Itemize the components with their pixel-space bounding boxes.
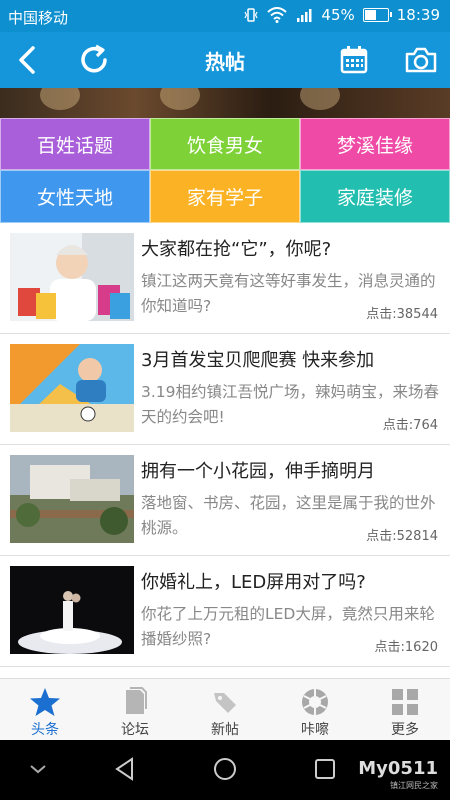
category-tile[interactable]: 梦溪佳缘: [300, 118, 450, 170]
watermark: My0511 镇江网民之家: [358, 758, 438, 790]
camera-icon[interactable]: [403, 42, 439, 78]
status-bar: 中国移动 45% 18:39: [0, 0, 450, 32]
system-nav-bar: My0511 镇江网民之家: [0, 740, 450, 800]
nav-home-icon[interactable]: [212, 756, 238, 782]
title-bar: 热帖: [0, 32, 450, 88]
watermark-sub: 镇江网民之家: [390, 781, 438, 790]
category-tile[interactable]: 家有学子: [150, 170, 300, 223]
post-list: 大家都在抢“它”，你呢? 镇江这两天竟有这等好事发生，消息灵通的你知道吗? 点击…: [0, 223, 450, 678]
clock: 18:39: [396, 6, 440, 24]
post-title: 大家都在抢“它”，你呢?: [141, 239, 332, 260]
nav-recents-icon[interactable]: [313, 757, 337, 781]
post-title: 3月首发宝贝爬爬赛 快来参加: [141, 350, 375, 371]
category-tile[interactable]: 饮食男女: [150, 118, 300, 170]
list-item[interactable]: 拥有一个小花园，伸手摘明月 落地窗、书房、花园，这里是属于我的世外桃源。 点击:…: [0, 445, 450, 556]
tab-snap[interactable]: 咔嚓: [270, 679, 360, 741]
category-tile[interactable]: 家庭装修: [300, 170, 450, 223]
tab-label: 咔嚓: [301, 722, 329, 738]
tab-more[interactable]: 更多: [360, 679, 450, 741]
post-thumbnail: [10, 344, 134, 432]
battery-fill: [364, 10, 376, 20]
grid-icon: [392, 689, 418, 715]
tab-label: 更多: [391, 722, 419, 738]
list-item[interactable]: 3月首发宝贝爬爬赛 快来参加 3.19相约镇江吾悦广场，辣妈萌宝，来场春天的约会…: [0, 334, 450, 445]
tab-label: 新帖: [211, 722, 239, 738]
category-grid: 百姓话题 饮食男女 梦溪佳缘女性天地 家有学子 家庭装修: [0, 118, 450, 223]
category-tile[interactable]: 百姓话题: [0, 118, 150, 170]
tab-label: 论坛: [121, 722, 149, 738]
tag-icon: [214, 693, 236, 713]
list-item[interactable]: 你婚礼上，LED屏用对了吗? 你花了上万元租的LED大屏，竟然只用来轮播婚纱照?…: [0, 556, 450, 667]
tab-label: 头条: [31, 722, 59, 738]
bottom-tab-bar: 头条 论坛 新帖 咔嚓 更多: [0, 678, 450, 741]
post-thumbnail: [10, 566, 134, 654]
category-tile[interactable]: 女性天地: [0, 170, 150, 223]
banner-image[interactable]: [0, 88, 450, 118]
post-clicks: 点击:764: [382, 418, 438, 433]
calendar-icon[interactable]: [336, 42, 372, 78]
post-clicks: 点击:52814: [366, 529, 438, 544]
battery-icon: [362, 8, 392, 22]
page-title: 热帖: [205, 50, 245, 74]
tab-headlines[interactable]: 头条: [0, 679, 90, 741]
nav-back-icon[interactable]: [112, 756, 138, 782]
shutter-icon: [302, 689, 328, 715]
status-icons: 45% 18:39: [243, 6, 440, 24]
post-thumbnail: [10, 233, 134, 321]
forum-icon: [126, 687, 147, 714]
battery-percent: 45%: [321, 6, 355, 24]
post-clicks: 点击:1620: [374, 640, 438, 655]
post-thumbnail: [10, 455, 134, 543]
carrier-name: 中国移动: [8, 9, 69, 27]
list-item[interactable]: [0, 667, 450, 678]
wifi-icon: [267, 7, 288, 23]
post-title: 你婚礼上，LED屏用对了吗?: [141, 572, 366, 593]
tab-new-posts[interactable]: 新帖: [180, 679, 270, 741]
post-title: 拥有一个小花园，伸手摘明月: [141, 461, 375, 482]
collapse-icon[interactable]: [28, 762, 48, 776]
post-clicks: 点击:38544: [366, 307, 438, 322]
tab-forum[interactable]: 论坛: [90, 679, 180, 741]
vibrate-icon: [244, 8, 258, 22]
watermark-brand: My0511: [358, 758, 438, 779]
star-icon: [30, 688, 60, 716]
signal-icon: [297, 9, 312, 22]
list-item[interactable]: 大家都在抢“它”，你呢? 镇江这两天竟有这等好事发生，消息灵通的你知道吗? 点击…: [0, 223, 450, 334]
